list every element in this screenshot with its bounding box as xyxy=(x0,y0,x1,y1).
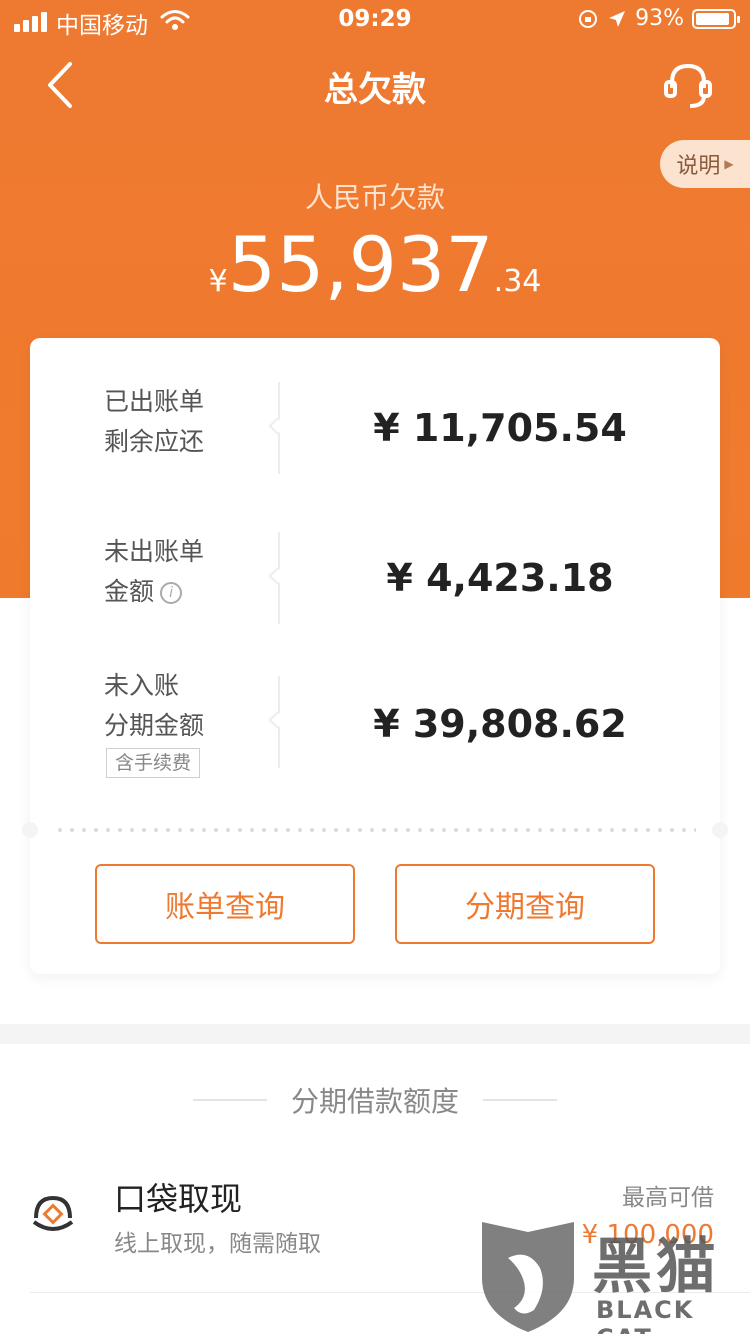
loan-max-label: 最高可借 xyxy=(622,1185,714,1211)
perforation-divider xyxy=(22,822,728,838)
installment-query-button[interactable]: 分期查询 xyxy=(395,864,655,944)
row-value: ¥ 11,705.54 xyxy=(373,406,627,450)
battery-icon xyxy=(692,8,740,29)
black-cat-watermark: 黑猫 BLACK CAT xyxy=(478,1218,750,1334)
section-title: 分期借款额度 xyxy=(290,1085,459,1118)
row-label: 已出账单 剩余应还 xyxy=(104,382,204,462)
location-icon xyxy=(609,10,626,27)
dotted-line xyxy=(54,828,696,832)
status-bar: 中国移动 09:29 93% xyxy=(0,0,750,40)
row-label: 未入账 分期金额 xyxy=(104,666,204,746)
row-value: ¥ 4,423.18 xyxy=(386,556,614,600)
debt-breakdown-card: 已出账单 剩余应还 ¥ 11,705.54 未出账单 金额 i ¥ 4,423.1… xyxy=(22,338,728,974)
section-line-left xyxy=(192,1099,267,1101)
amount-cents: .34 xyxy=(493,264,542,299)
status-right: 93% xyxy=(577,6,740,31)
pocket-cash-icon xyxy=(32,1195,74,1231)
caret-right-icon: ▶ xyxy=(724,157,734,171)
page-title: 总欠款 xyxy=(324,70,426,110)
watermark-text-cn: 黑猫 xyxy=(592,1232,720,1302)
row-label-line2-wrap: 金额 i xyxy=(104,572,204,612)
section-header: 分期借款额度 xyxy=(0,1080,750,1120)
info-icon[interactable]: i xyxy=(160,582,183,604)
row-value: ¥ 39,808.62 xyxy=(373,702,627,746)
section-line-right xyxy=(483,1099,557,1101)
battery-level xyxy=(696,12,730,25)
amount-main: 55,937 xyxy=(227,220,494,309)
row-installment[interactable]: 未入账 分期金额 含手续费 ¥ 39,808.62 xyxy=(30,666,720,806)
fee-included-tag: 含手续费 xyxy=(106,748,201,778)
notch-right xyxy=(712,822,728,838)
row-label-line2: 剩余应还 xyxy=(104,427,205,456)
battery-percent: 93% xyxy=(635,6,684,31)
debt-label: 人民币欠款 xyxy=(304,181,445,214)
row-label: 未出账单 金额 i xyxy=(104,532,204,612)
currency-symbol: ¥ xyxy=(208,264,228,299)
cat-shield-icon xyxy=(482,1222,574,1332)
row-label-line2: 分期金额 xyxy=(104,711,205,740)
rotation-lock-icon xyxy=(579,9,598,28)
row-label-line1: 未入账 xyxy=(104,671,180,700)
row-label-line1: 未出账单 xyxy=(104,537,205,566)
loan-product-name[interactable]: 口袋取现 xyxy=(114,1174,242,1220)
row-label-line1: 已出账单 xyxy=(104,387,205,416)
customer-service-icon[interactable] xyxy=(662,62,714,110)
notch-left xyxy=(22,822,38,838)
watermark-text-en: BLACK CAT xyxy=(596,1296,695,1334)
loan-product-desc: 线上取现，随需随取 xyxy=(114,1231,321,1257)
row-label-line2: 金额 xyxy=(104,577,155,606)
row-unbilled[interactable]: 未出账单 金额 i ¥ 4,423.18 xyxy=(30,532,720,642)
total-debt-amount: ¥55,937.34 xyxy=(0,220,750,309)
bill-query-button[interactable]: 账单查询 xyxy=(95,864,355,944)
row-billed[interactable]: 已出账单 剩余应还 ¥ 11,705.54 xyxy=(30,382,720,492)
